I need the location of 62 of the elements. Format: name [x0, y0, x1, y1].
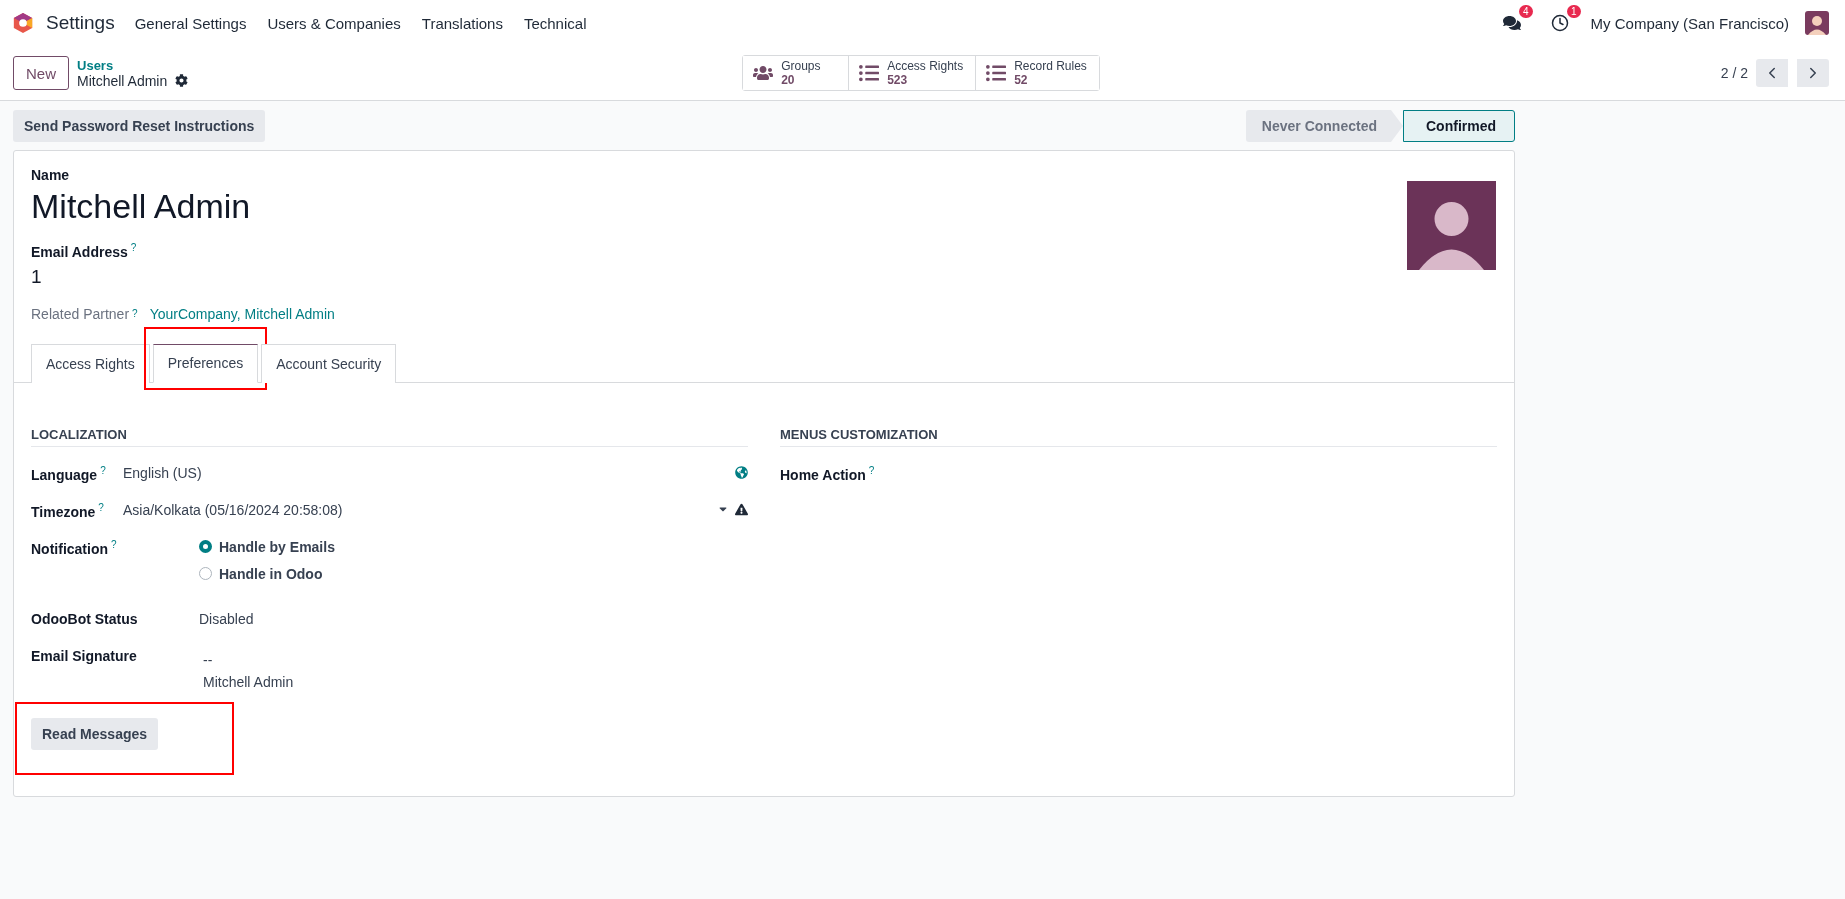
help-mark[interactable]: ?: [132, 308, 138, 320]
help-mark[interactable]: ?: [98, 501, 104, 513]
user-avatar[interactable]: [1805, 11, 1829, 35]
signature-line: --: [203, 651, 214, 668]
timezone-select[interactable]: Asia/Kolkata (05/16/2024 20:58:08): [123, 501, 748, 518]
field-label: Timezone: [31, 503, 96, 520]
help-mark[interactable]: ?: [130, 242, 137, 253]
avatar-silhouette[interactable]: [1407, 181, 1496, 270]
status-step[interactable]: Never Connected: [1245, 110, 1403, 142]
reset-password-button[interactable]: Send Password Reset Instructions: [13, 110, 266, 142]
form-tab[interactable]: Preferences: [152, 343, 259, 383]
form-tab[interactable]: Access Rights: [31, 343, 150, 383]
warning-icon: [735, 503, 748, 517]
menu-item[interactable]: Translations: [421, 14, 503, 32]
field-label: Language: [31, 466, 98, 483]
field-label: Email Address: [31, 243, 128, 260]
breadcrumb-link[interactable]: Users: [77, 57, 189, 73]
status-step[interactable]: Confirmed: [1403, 110, 1515, 142]
messages-icon[interactable]: [1502, 14, 1521, 32]
previous-button[interactable]: [1756, 59, 1788, 87]
clock-icon[interactable]: [1550, 14, 1569, 32]
menu-item[interactable]: General Settings: [134, 14, 247, 32]
smart-button[interactable]: Record Rules 52: [975, 56, 1099, 90]
radio-option[interactable]: Handle in Odoo: [199, 565, 335, 582]
radio-option[interactable]: Handle by Emails: [199, 538, 335, 555]
company-switcher[interactable]: My Company (San Francisco): [1590, 14, 1789, 32]
help-mark[interactable]: ?: [868, 464, 875, 476]
app-logo-icon[interactable]: [12, 12, 34, 34]
radio-button[interactable]: [199, 540, 212, 554]
form-tab[interactable]: Account Security: [261, 343, 397, 383]
menu-item[interactable]: Users & Companies: [267, 14, 401, 32]
record-title: Mitchell Admin: [77, 72, 168, 89]
app-title[interactable]: Settings: [46, 12, 115, 34]
read-messages-button[interactable]: Read Messages: [31, 717, 159, 750]
globe-icon[interactable]: [735, 466, 748, 480]
field-label: Email Signature: [31, 647, 137, 664]
field-label: Name: [31, 167, 70, 183]
count-badge: 1: [1567, 5, 1581, 18]
users-icon: [753, 63, 774, 83]
email-field[interactable]: 1: [31, 265, 335, 288]
count-badge: 4: [1519, 5, 1533, 18]
field-label: Related Partner: [31, 305, 130, 322]
pager-value[interactable]: 2 / 2: [1720, 65, 1748, 81]
field-label: OdooBot Status: [31, 610, 138, 627]
field-value: Disabled: [199, 610, 254, 627]
field-label: Notification: [31, 540, 108, 557]
settings-icon[interactable]: [175, 74, 189, 87]
section-title: LOCALIZATION: [31, 426, 748, 447]
radio-button[interactable]: [199, 567, 212, 581]
language-select[interactable]: English (US): [123, 464, 748, 481]
help-mark[interactable]: ?: [100, 464, 106, 476]
section-title: MENUS CUSTOMIZATION: [780, 426, 1497, 447]
list-icon: [986, 63, 1007, 83]
next-button[interactable]: [1797, 59, 1829, 87]
list-icon: [859, 63, 880, 83]
help-mark[interactable]: ?: [111, 538, 117, 550]
signature-line: Mitchell Admin: [203, 673, 294, 690]
name-field[interactable]: Mitchell Admin: [31, 187, 335, 226]
partner-link[interactable]: YourCompany, Mitchell Admin: [149, 305, 335, 322]
field-label: Home Action: [780, 466, 866, 483]
menu-item[interactable]: Technical: [523, 14, 587, 32]
new-button[interactable]: New: [13, 56, 69, 90]
